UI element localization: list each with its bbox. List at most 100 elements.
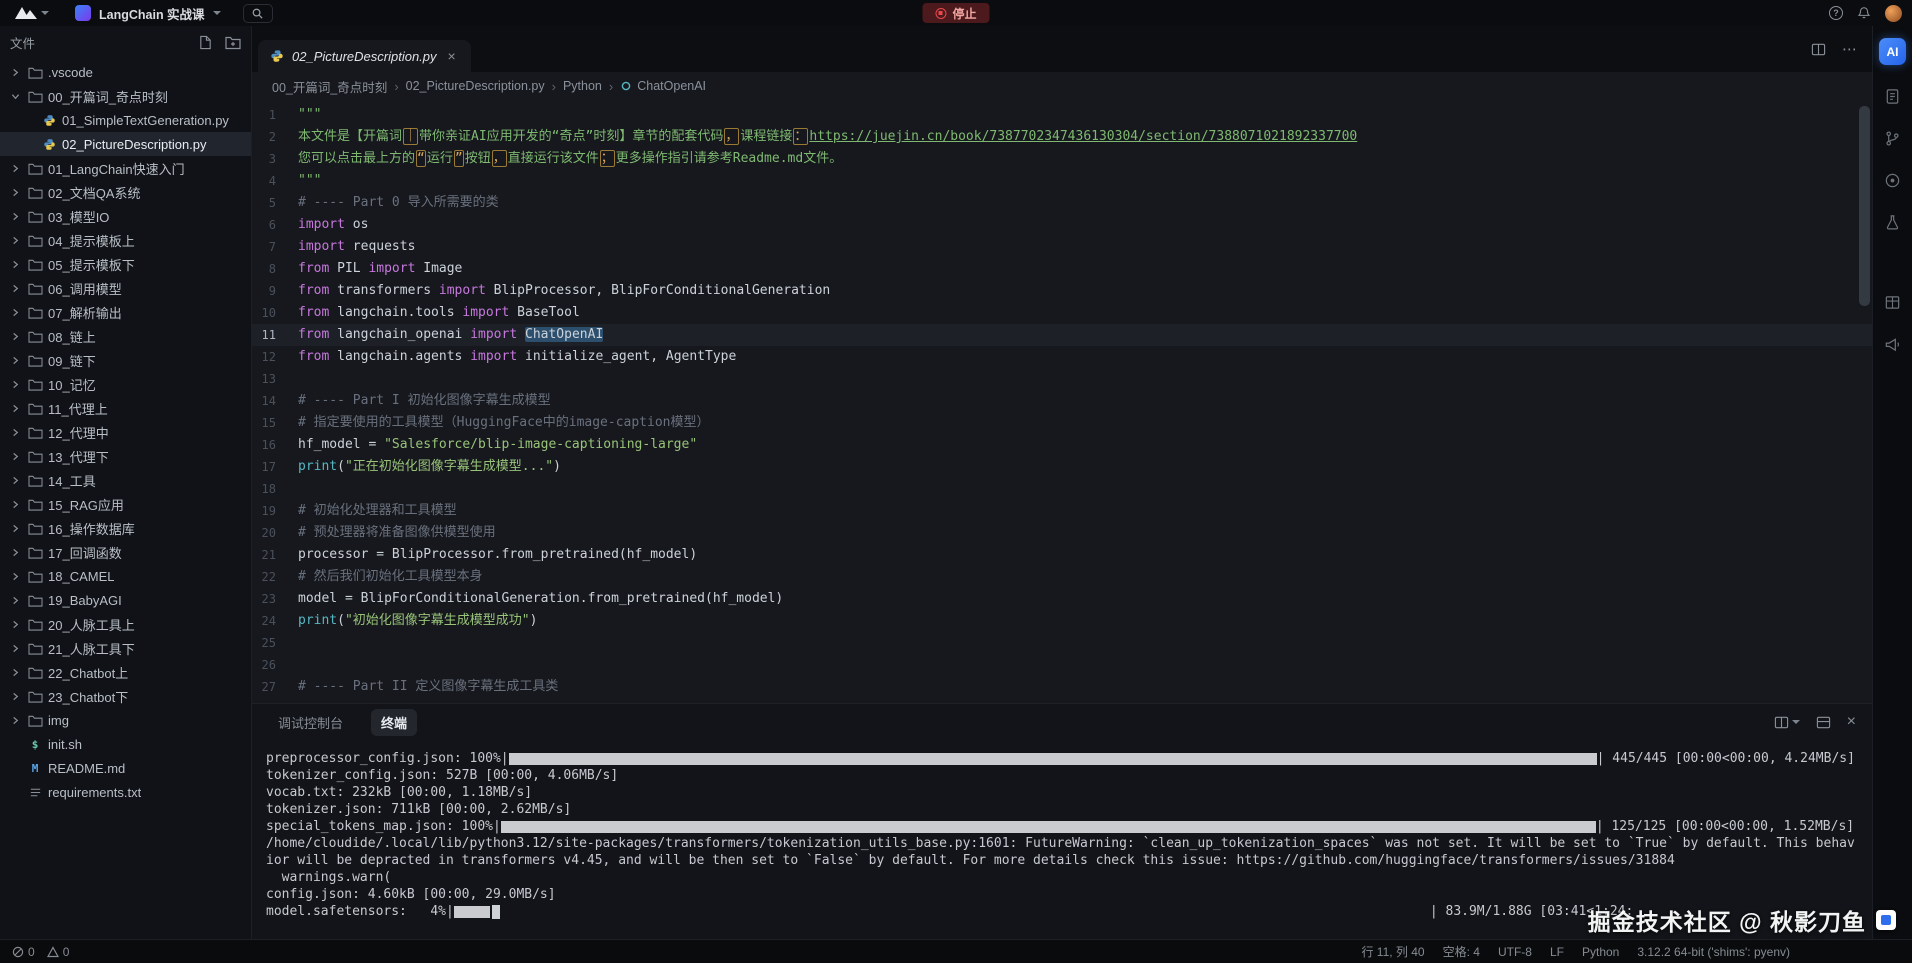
- warnings-indicator[interactable]: 0: [47, 945, 70, 959]
- terminal-output[interactable]: preprocessor_config.json: 100%|| 445/445…: [252, 740, 1872, 939]
- file-row[interactable]: 02_文档QA系统: [0, 180, 251, 204]
- file-row[interactable]: 08_链上: [0, 324, 251, 348]
- tab-terminal[interactable]: 终端: [371, 709, 417, 736]
- code-line[interactable]: 6import os: [252, 214, 1872, 236]
- chevron-right-icon[interactable]: [8, 380, 22, 389]
- chevron-right-icon[interactable]: [8, 332, 22, 341]
- file-row[interactable]: 20_人脉工具上: [0, 612, 251, 636]
- code-line[interactable]: 23model = BlipForConditionalGeneration.f…: [252, 588, 1872, 610]
- code-line[interactable]: 2本文件是【开篇词｜带你亲证AI应用开发的“奇点”时刻】章节的配套代码，课程链接…: [252, 126, 1872, 148]
- chevron-right-icon[interactable]: [8, 428, 22, 437]
- indentation[interactable]: 空格: 4: [1443, 943, 1480, 960]
- stop-button[interactable]: 停止: [922, 3, 989, 23]
- source-control-icon[interactable]: [1882, 127, 1904, 149]
- chevron-right-icon[interactable]: [8, 596, 22, 605]
- breadcrumb-item[interactable]: ChatOpenAI: [620, 79, 706, 93]
- file-row[interactable]: 22_Chatbot上: [0, 660, 251, 684]
- breadcrumb-item[interactable]: 00_开篇词_奇点时刻: [272, 77, 387, 96]
- code-line[interactable]: 8from PIL import Image: [252, 258, 1872, 280]
- chevron-right-icon[interactable]: [8, 404, 22, 413]
- file-row[interactable]: 13_代理下: [0, 444, 251, 468]
- language-mode[interactable]: Python: [1582, 945, 1619, 959]
- tab-debug-console[interactable]: 调试控制台: [268, 709, 353, 736]
- chevron-right-icon[interactable]: [8, 452, 22, 461]
- file-row[interactable]: 16_操作数据库: [0, 516, 251, 540]
- code-line[interactable]: 11from langchain_openai import ChatOpenA…: [252, 324, 1872, 346]
- chevron-right-icon[interactable]: [8, 68, 22, 77]
- chevron-right-icon[interactable]: [8, 308, 22, 317]
- scrollbar-thumb[interactable]: [1859, 106, 1870, 306]
- tab-close-icon[interactable]: ×: [445, 48, 459, 64]
- file-row[interactable]: 18_CAMEL: [0, 564, 251, 588]
- chevron-right-icon[interactable]: [8, 572, 22, 581]
- code-line[interactable]: 17print("正在初始化图像字幕生成模型..."): [252, 456, 1872, 478]
- flask-icon[interactable]: [1882, 211, 1904, 233]
- code-line[interactable]: 12from langchain.agents import initializ…: [252, 346, 1872, 368]
- app-menu-button[interactable]: [10, 6, 53, 20]
- code-line[interactable]: 25: [252, 632, 1872, 654]
- file-row[interactable]: 01_SimpleTextGeneration.py: [0, 108, 251, 132]
- code-line[interactable]: 27# ---- Part II 定义图像字幕生成工具类: [252, 676, 1872, 698]
- chevron-down-icon[interactable]: [8, 92, 22, 101]
- new-file-icon[interactable]: [198, 35, 213, 50]
- file-row[interactable]: 21_人脉工具下: [0, 636, 251, 660]
- python-interpreter[interactable]: 3.12.2 64-bit ('shims': pyenv): [1637, 945, 1790, 959]
- split-editor-icon[interactable]: [1811, 42, 1826, 57]
- announcement-icon[interactable]: [1882, 333, 1904, 355]
- errors-indicator[interactable]: 0: [12, 945, 35, 959]
- chevron-right-icon[interactable]: [8, 500, 22, 509]
- file-row[interactable]: MREADME.md: [0, 756, 251, 780]
- eol-sequence[interactable]: LF: [1550, 945, 1564, 959]
- file-row[interactable]: 04_提示模板上: [0, 228, 251, 252]
- file-row[interactable]: 10_记忆: [0, 372, 251, 396]
- user-avatar[interactable]: [1885, 5, 1902, 22]
- file-row[interactable]: 19_BabyAGI: [0, 588, 251, 612]
- notebook-icon[interactable]: [1882, 85, 1904, 107]
- more-actions-icon[interactable]: ⋯: [1842, 40, 1858, 58]
- help-icon[interactable]: ?: [1829, 6, 1843, 20]
- file-row[interactable]: 14_工具: [0, 468, 251, 492]
- code-line[interactable]: 18: [252, 478, 1872, 500]
- code-line[interactable]: 26: [252, 654, 1872, 676]
- new-folder-icon[interactable]: [225, 35, 241, 50]
- code-line[interactable]: 3您可以点击最上方的“运行”按钮，直接运行该文件；更多操作指引请参考Readme…: [252, 148, 1872, 170]
- maximize-panel-icon[interactable]: [1816, 715, 1831, 730]
- search-button[interactable]: [243, 4, 273, 23]
- file-row[interactable]: .vscode: [0, 60, 251, 84]
- chevron-right-icon[interactable]: [8, 260, 22, 269]
- chevron-right-icon[interactable]: [8, 188, 22, 197]
- chevron-right-icon[interactable]: [8, 212, 22, 221]
- split-terminal-button[interactable]: [1774, 715, 1800, 730]
- chevron-right-icon[interactable]: [8, 548, 22, 557]
- code-line[interactable]: 7import requests: [252, 236, 1872, 258]
- code-line[interactable]: 14# ---- Part I 初始化图像字幕生成模型: [252, 390, 1872, 412]
- file-row[interactable]: 15_RAG应用: [0, 492, 251, 516]
- file-row[interactable]: 02_PictureDescription.py: [0, 132, 251, 156]
- code-line[interactable]: 13: [252, 368, 1872, 390]
- encoding[interactable]: UTF-8: [1498, 945, 1532, 959]
- table-icon[interactable]: [1882, 291, 1904, 313]
- file-row[interactable]: 00_开篇词_奇点时刻: [0, 84, 251, 108]
- chevron-right-icon[interactable]: [8, 716, 22, 725]
- debug-icon[interactable]: [1882, 169, 1904, 191]
- file-row[interactable]: 11_代理上: [0, 396, 251, 420]
- file-row[interactable]: 07_解析输出: [0, 300, 251, 324]
- chevron-right-icon[interactable]: [8, 236, 22, 245]
- file-row[interactable]: 12_代理中: [0, 420, 251, 444]
- problems-indicator[interactable]: 0 0: [12, 945, 69, 959]
- chevron-right-icon[interactable]: [8, 164, 22, 173]
- code-line[interactable]: 4""": [252, 170, 1872, 192]
- file-row[interactable]: 17_回调函数: [0, 540, 251, 564]
- code-line[interactable]: 16hf_model = "Salesforce/blip-image-capt…: [252, 434, 1872, 456]
- workspace-name[interactable]: LangChain 实战课: [99, 4, 205, 23]
- file-row[interactable]: img: [0, 708, 251, 732]
- code-line[interactable]: 21processor = BlipProcessor.from_pretrai…: [252, 544, 1872, 566]
- file-row[interactable]: 09_链下: [0, 348, 251, 372]
- file-row[interactable]: $init.sh: [0, 732, 251, 756]
- close-panel-icon[interactable]: ×: [1847, 714, 1856, 730]
- chevron-right-icon[interactable]: [8, 692, 22, 701]
- file-row[interactable]: requirements.txt: [0, 780, 251, 804]
- ai-assistant-icon[interactable]: AI: [1879, 38, 1906, 65]
- code-line[interactable]: 5# ---- Part 0 导入所需要的类: [252, 192, 1872, 214]
- editor-tab[interactable]: 02_PictureDescription.py ×: [258, 40, 471, 72]
